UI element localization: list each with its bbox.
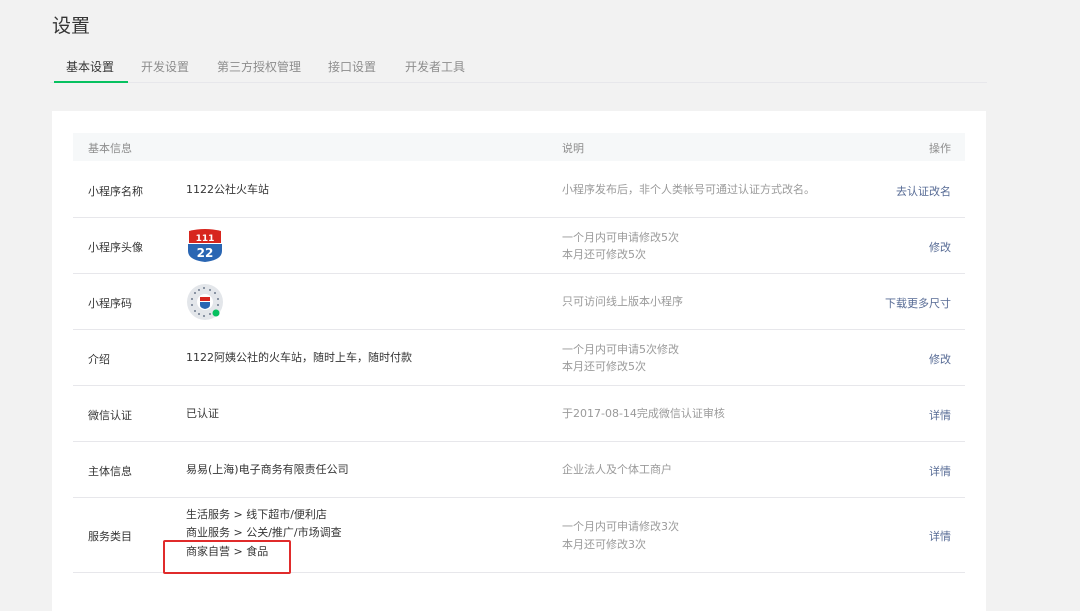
row-desc: 只可访问线上版本小程序 xyxy=(562,295,683,308)
app-name-value: 1122公社火车站 xyxy=(186,183,269,196)
row-desc: 企业法人及个体工商户 xyxy=(562,463,672,476)
download-sizes-link[interactable]: 下载更多尺寸 xyxy=(885,295,951,311)
tab-third-party-auth[interactable]: 第三方授权管理 xyxy=(217,57,301,81)
table-row: 小程序头像 111 22 一个月内可申请修改5次 本月还可修改5次 修改 xyxy=(73,218,965,274)
row-desc: 小程序发布后，非个人类帐号可通过认证方式改名。 xyxy=(562,183,815,196)
tab-interface-settings[interactable]: 接口设置 xyxy=(328,57,376,81)
category-line-1: 生活服务 > 线下超市/便利店 xyxy=(186,508,327,521)
row-label: 介绍 xyxy=(88,353,110,366)
tab-bar: 基本设置 开发设置 第三方授权管理 接口设置 开发者工具 xyxy=(50,55,987,83)
avatar-top-text: 111 xyxy=(196,234,215,244)
verification-value: 已认证 xyxy=(186,407,219,420)
avatar-bottom-text: 22 xyxy=(197,246,214,260)
row-label: 小程序名称 xyxy=(88,185,143,198)
row-label: 主体信息 xyxy=(88,465,132,478)
intro-value: 1122阿姨公社的火车站，随时上车，随时付款 xyxy=(186,351,412,364)
row-label: 小程序码 xyxy=(88,297,132,310)
modify-intro-link[interactable]: 修改 xyxy=(929,351,951,367)
verification-details-link[interactable]: 详情 xyxy=(929,407,951,423)
entity-value: 易易(上海)电子商务有限责任公司 xyxy=(186,463,349,476)
category-desc-line-2: 本月还可修改3次 xyxy=(562,538,646,551)
header-info: 基本信息 xyxy=(88,142,132,155)
tab-basic-settings[interactable]: 基本设置 xyxy=(53,57,129,83)
table-row: 小程序码 只可访问线上版本小程序 下载更多尺寸 xyxy=(73,274,965,330)
table-header: 基本信息 说明 操作 xyxy=(73,133,965,161)
row-label: 服务类目 xyxy=(88,530,132,543)
table-row: 主体信息 易易(上海)电子商务有限责任公司 企业法人及个体工商户 详情 xyxy=(73,442,965,498)
mini-program-code-icon xyxy=(187,284,223,320)
avatar-desc-line-1: 一个月内可申请修改5次 xyxy=(562,231,679,244)
row-label: 微信认证 xyxy=(88,409,132,422)
row-label: 小程序头像 xyxy=(88,241,143,254)
settings-panel: 基本信息 说明 操作 小程序名称 1122公社火车站 小程序发布后，非个人类帐号… xyxy=(52,111,986,611)
intro-desc-line-1: 一个月内可申请5次修改 xyxy=(562,343,679,356)
code-badge xyxy=(212,309,220,317)
verify-rename-link[interactable]: 去认证改名 xyxy=(896,183,951,199)
row-desc: 于2017-08-14完成微信认证审核 xyxy=(562,407,725,420)
table-row: 微信认证 已认证 于2017-08-14完成微信认证审核 详情 xyxy=(73,386,965,442)
modify-avatar-link[interactable]: 修改 xyxy=(929,239,951,255)
category-line-2: 商业服务 > 公关/推广/市场调查 xyxy=(186,526,342,539)
category-details-link[interactable]: 详情 xyxy=(929,528,951,544)
intro-desc-line-2: 本月还可修改5次 xyxy=(562,360,646,373)
entity-details-link[interactable]: 详情 xyxy=(929,463,951,479)
table-row: 介绍 1122阿姨公社的火车站，随时上车，随时付款 一个月内可申请5次修改 本月… xyxy=(73,330,965,386)
avatar-desc-line-2: 本月还可修改5次 xyxy=(562,248,646,261)
app-avatar-icon: 111 22 xyxy=(188,229,222,262)
page-title: 设置 xyxy=(52,15,91,37)
header-desc: 说明 xyxy=(562,142,584,155)
category-desc-line-1: 一个月内可申请修改3次 xyxy=(562,520,679,533)
highlight-box xyxy=(163,540,291,574)
header-op: 操作 xyxy=(929,142,951,155)
table-row: 小程序名称 1122公社火车站 小程序发布后，非个人类帐号可通过认证方式改名。 … xyxy=(73,162,965,218)
tab-dev-settings[interactable]: 开发设置 xyxy=(141,57,189,81)
tab-developer-tools[interactable]: 开发者工具 xyxy=(405,57,465,81)
